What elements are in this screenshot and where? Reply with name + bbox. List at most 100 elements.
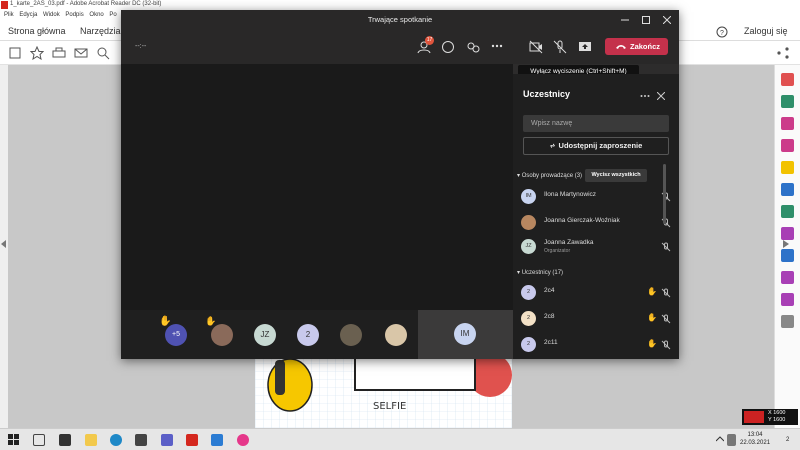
menu-sign[interactable]: Podpis — [65, 12, 83, 18]
teams-title-bar: Trwające spotkanie — [121, 10, 679, 30]
store-icon[interactable] — [135, 434, 147, 446]
chat-icon[interactable] — [441, 40, 455, 54]
share-invite-button[interactable]: ⩫ Udostępnij zaproszenie — [523, 137, 669, 155]
fill-sign-icon[interactable] — [781, 227, 794, 240]
chevron-right-icon[interactable] — [783, 240, 789, 248]
firefox-icon[interactable] — [237, 434, 249, 446]
panel-title: Uczestnicy — [523, 89, 571, 99]
attendee-row[interactable]: 2 2c11 ✋ — [521, 335, 671, 355]
tab-home[interactable]: Strona główna — [8, 26, 66, 36]
mic-off-icon[interactable] — [553, 40, 567, 54]
notification-count[interactable]: 2 — [786, 437, 789, 443]
mic-off-icon — [661, 242, 671, 252]
participant-avatar[interactable] — [211, 324, 233, 346]
question-icon[interactable]: ? — [716, 26, 728, 38]
signin-link[interactable]: Zaloguj się — [744, 26, 788, 36]
tab-tools[interactable]: Narzędzia — [80, 26, 121, 36]
combine-icon[interactable] — [781, 183, 794, 196]
overflow-participants-row: +5 ✋ ✋ JZ 2 IM — [121, 310, 513, 359]
breakout-rooms-icon[interactable] — [466, 40, 480, 54]
acrobat-icon[interactable] — [186, 434, 198, 446]
menu-view[interactable]: Widok — [43, 12, 60, 18]
attendee-row[interactable]: 2 2c8 ✋ — [521, 309, 671, 329]
camera-off-icon[interactable] — [529, 40, 543, 54]
participant-search-input[interactable]: Wpisz nazwę — [523, 115, 669, 132]
participant-name: Joanna Gierczak-Woźniak — [544, 217, 620, 224]
sign-icon[interactable] — [781, 271, 794, 284]
avatar: IM — [521, 189, 536, 204]
participant-avatar-jz[interactable]: JZ — [254, 324, 276, 346]
protect-icon[interactable] — [781, 249, 794, 262]
photos-icon[interactable] — [211, 434, 223, 446]
end-call-button[interactable]: Zakończ — [605, 38, 668, 55]
avatar: 2 — [521, 285, 536, 300]
clock-date: 22.03.2021 — [740, 440, 771, 446]
participant-name: 2c8 — [544, 313, 555, 320]
save-icon[interactable] — [8, 46, 22, 60]
star-icon[interactable] — [30, 46, 44, 60]
close-icon[interactable] — [663, 16, 671, 24]
overlay-logo — [744, 411, 764, 423]
end-call-label: Zakończ — [630, 42, 661, 51]
phone-hangup-icon — [616, 45, 626, 49]
minimize-icon[interactable] — [621, 16, 629, 24]
share-screen-icon[interactable] — [578, 40, 592, 54]
attendees-heading[interactable]: ▾ Uczestnicy (17) — [517, 269, 563, 276]
attendees-heading-label: Uczestnicy (17) — [521, 270, 564, 276]
participant-avatar[interactable] — [385, 324, 407, 346]
acrobat-tools-rail — [774, 65, 800, 428]
organizers-heading-label: Osoby prowadzące (3) — [521, 173, 583, 179]
print-icon[interactable] — [52, 46, 66, 60]
left-panel-toggle[interactable] — [0, 65, 8, 428]
pdf-icon — [1, 1, 8, 9]
menu-edit[interactable]: Edycja — [19, 12, 37, 18]
organizer-row[interactable]: Joanna Gierczak-Woźniak — [521, 213, 671, 233]
organizers-heading[interactable]: ▾ Osoby prowadzące (3) — [517, 172, 582, 179]
self-avatar-im: IM — [454, 323, 476, 345]
comment-icon[interactable] — [781, 161, 794, 174]
tools-icon[interactable] — [781, 315, 794, 328]
panel-scrollbar[interactable] — [663, 164, 666, 224]
menu-window[interactable]: Okno — [89, 12, 103, 18]
menu-help[interactable]: Po — [109, 12, 116, 18]
edge-icon[interactable] — [110, 434, 122, 446]
avatar — [521, 215, 536, 230]
participant-avatar[interactable] — [340, 324, 362, 346]
explorer-icon[interactable] — [85, 434, 97, 446]
create-pdf-icon[interactable] — [781, 95, 794, 108]
mail-icon[interactable] — [74, 46, 88, 60]
stamp-icon[interactable] — [781, 293, 794, 306]
attendee-row[interactable]: 2 2c4 ✋ — [521, 283, 671, 303]
notion-icon[interactable] — [59, 434, 71, 446]
organizer-row[interactable]: JZ Joanna Zawadka Organizator — [521, 237, 671, 257]
more-participants-button[interactable]: +5 — [165, 324, 187, 346]
participant-name: Joanna Zawadka — [544, 239, 594, 246]
mute-all-button[interactable]: Wycisz wszystkich — [585, 169, 647, 182]
self-view-tile[interactable]: IM — [418, 310, 513, 359]
panel-close-icon[interactable] — [657, 92, 665, 100]
teams-icon[interactable] — [161, 434, 173, 446]
task-view-icon[interactable] — [33, 434, 45, 446]
participants-panel: Uczestnicy Wpisz nazwę ⩫ Udostępnij zapro… — [513, 74, 679, 359]
maximize-icon[interactable] — [642, 16, 650, 24]
tray-chevron-icon[interactable] — [716, 436, 724, 442]
panel-more-icon[interactable] — [640, 94, 650, 98]
menu-file[interactable]: Plik — [4, 12, 14, 18]
participants-badge: 17 — [425, 36, 434, 45]
organizer-row[interactable]: IM Ilona Martynowicz — [521, 187, 671, 207]
taskbar-clock[interactable]: 13:04 22.03.2021 — [740, 431, 770, 447]
export-pdf-icon[interactable] — [781, 73, 794, 86]
avatar: 2 — [521, 337, 536, 352]
chevron-left-icon[interactable] — [1, 240, 7, 248]
share-icon[interactable] — [776, 46, 790, 60]
volume-icon[interactable] — [727, 434, 736, 446]
share-link-icon: ⩫ — [549, 143, 556, 150]
participant-avatar-2[interactable]: 2 — [297, 324, 319, 346]
zoom-icon[interactable] — [96, 46, 110, 60]
organize-icon[interactable] — [781, 139, 794, 152]
acrobat-title: 1_karte_2AS_03.pdf - Adobe Acrobat Reade… — [10, 1, 162, 7]
more-options-icon[interactable] — [491, 43, 503, 49]
windows-start-icon[interactable] — [8, 434, 20, 446]
edit-pdf-icon[interactable] — [781, 117, 794, 130]
scan-icon[interactable] — [781, 205, 794, 218]
